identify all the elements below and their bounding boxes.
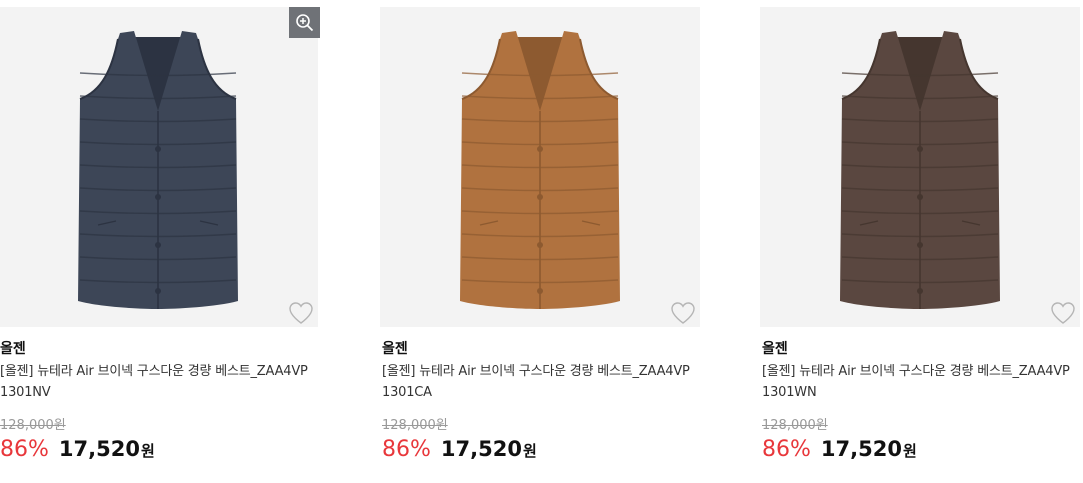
product-title-line2[interactable]: 1301WN [762, 382, 1082, 403]
zoom-in-icon[interactable] [289, 7, 320, 38]
product-image[interactable] [380, 7, 700, 327]
product-title[interactable]: [올젠] 뉴테라 Air 브이넥 구스다운 경량 베스트_ZAA4VP 1301… [382, 361, 702, 403]
product-grid: 올젠 [올젠] 뉴테라 Air 브이넥 구스다운 경량 베스트_ZAA4VP 1… [0, 0, 1083, 483]
original-price: 128,000원 [762, 418, 828, 433]
product-title-line1[interactable]: [올젠] 뉴테라 Air 브이넥 구스다운 경량 베스트_ZAA4VP [762, 361, 1082, 382]
currency-unit: 원 [522, 442, 537, 460]
heart-outline-icon[interactable] [1050, 301, 1076, 325]
discount-rate: 86% [762, 437, 811, 462]
product-title-line1[interactable]: [올젠] 뉴테라 Air 브이넥 구스다운 경량 베스트_ZAA4VP [0, 361, 320, 382]
heart-outline-icon[interactable] [288, 301, 314, 325]
sale-price: 17,520 [440, 437, 522, 461]
discount-rate: 86% [0, 437, 49, 462]
discount-rate: 86% [382, 437, 431, 462]
product-image[interactable] [760, 7, 1080, 327]
price-row: 86% 17,520 원 [762, 437, 917, 462]
product-card[interactable]: 올젠 [올젠] 뉴테라 Air 브이넥 구스다운 경량 베스트_ZAA4VP 1… [380, 0, 702, 483]
currency-unit: 원 [902, 442, 917, 460]
sale-price: 17,520 [58, 437, 140, 461]
original-price: 128,000원 [382, 418, 448, 433]
sale-price: 17,520 [820, 437, 902, 461]
product-title-line1[interactable]: [올젠] 뉴테라 Air 브이넥 구스다운 경량 베스트_ZAA4VP [382, 361, 702, 382]
price-row: 86% 17,520 원 [382, 437, 537, 462]
vest-image [78, 31, 238, 309]
currency-unit: 원 [140, 442, 155, 460]
product-card[interactable]: 올젠 [올젠] 뉴테라 Air 브이넥 구스다운 경량 베스트_ZAA4VP 1… [0, 0, 320, 483]
product-brand[interactable]: 올젠 [762, 338, 788, 358]
product-brand[interactable]: 올젠 [0, 338, 26, 358]
product-brand[interactable]: 올젠 [382, 338, 408, 358]
vest-image [840, 31, 1000, 309]
product-title[interactable]: [올젠] 뉴테라 Air 브이넥 구스다운 경량 베스트_ZAA4VP 1301… [762, 361, 1082, 403]
product-title[interactable]: [올젠] 뉴테라 Air 브이넥 구스다운 경량 베스트_ZAA4VP 1301… [0, 361, 320, 403]
original-price: 128,000원 [0, 418, 66, 433]
heart-outline-icon[interactable] [670, 301, 696, 325]
product-image[interactable] [0, 7, 318, 327]
product-card[interactable]: 올젠 [올젠] 뉴테라 Air 브이넥 구스다운 경량 베스트_ZAA4VP 1… [760, 0, 1082, 483]
product-title-line2[interactable]: 1301CA [382, 382, 702, 403]
price-row: 86% 17,520 원 [0, 437, 155, 462]
product-title-line2[interactable]: 1301NV [0, 382, 320, 403]
vest-image [460, 31, 620, 309]
